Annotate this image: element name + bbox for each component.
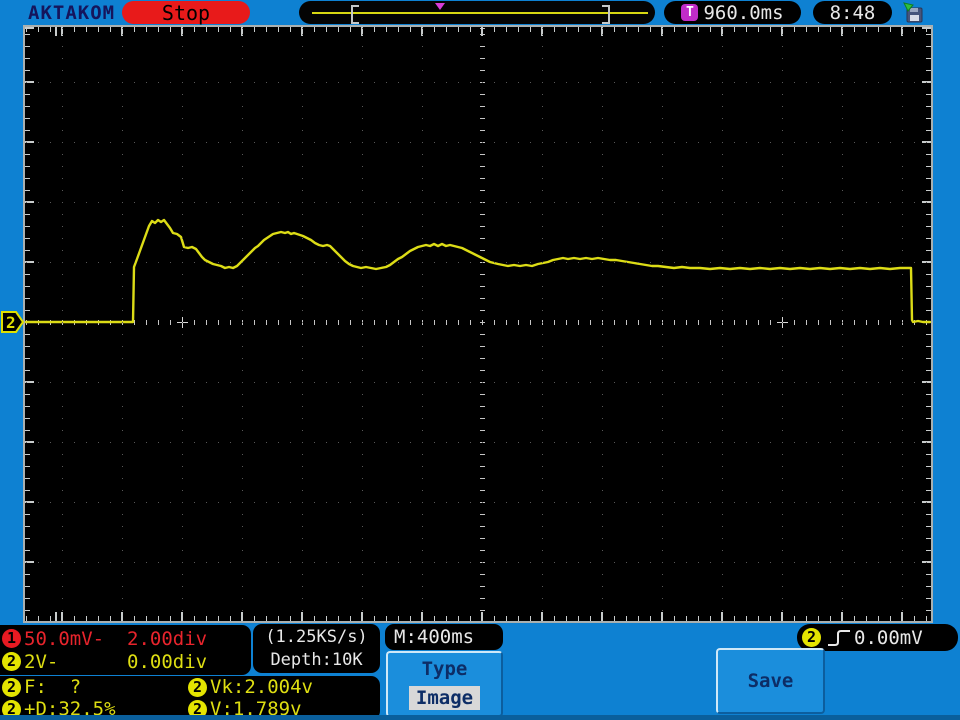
graticule-hline: [25, 142, 931, 143]
ch1-readout: 1 50.0mV- 2.00div: [0, 627, 251, 650]
graticule-vline: [422, 27, 423, 621]
rising-edge-icon: [828, 629, 850, 646]
channel-2-marker: 2: [1, 311, 25, 333]
timebase-value: M:400ms: [394, 626, 475, 648]
window-right-bracket: [602, 5, 610, 24]
trigger-level-value: 0.00mV: [854, 626, 923, 649]
sample-rate: (1.25KS/s): [265, 627, 368, 647]
save-button[interactable]: Save: [716, 648, 825, 714]
graticule-vline: [542, 27, 543, 621]
measure-frequency: 2 F: ?: [0, 676, 186, 698]
graticule-vline: [902, 27, 903, 621]
measure-duty: 2 +D:32.5%: [0, 698, 186, 720]
graticule-hline: [25, 442, 931, 443]
ch2-readout: 2 2V- 0.00div: [0, 650, 251, 673]
trigger-time-badge: T 960.0ms: [664, 1, 801, 24]
channel-readout-box: 1 50.0mV- 2.00div 2 2V- 0.00div: [0, 625, 251, 675]
measurements-box: 2 F: ? 2 Vk:2.004v 2 +D:32.5% 2 V:1.789v: [0, 676, 380, 720]
graticule-hline: [25, 202, 931, 203]
graticule-vline: [182, 27, 183, 621]
oscilloscope-screen: { "header": { "brand": "AKTAKOM", "run_s…: [0, 0, 960, 720]
trigger-source-badge: 2: [802, 628, 821, 647]
ch2-scale: 2V-: [24, 650, 59, 673]
ch1-offset: 2.00div: [127, 627, 208, 650]
graticule-hline: [25, 502, 931, 503]
trigger-time-value: 960.0ms: [703, 1, 784, 24]
brand-logo: AKTAKOM: [28, 2, 116, 24]
top-bar: AKTAKOM Stop T 960.0ms 8:48: [0, 0, 960, 26]
ch2-offset: 0.00div: [127, 650, 208, 673]
ch2-badge: 2: [2, 652, 21, 671]
graticule-hline: [25, 562, 931, 563]
graticule-vline: [242, 27, 243, 621]
measure-vk: 2 Vk:2.004v: [186, 676, 380, 698]
save-label: Save: [747, 670, 794, 692]
disk-icon: [903, 2, 923, 23]
memory-depth: Depth:10K: [270, 650, 363, 670]
clock-badge: 8:48: [813, 1, 892, 24]
trigger-position-marker: [435, 3, 445, 10]
svg-text:2: 2: [6, 313, 16, 332]
graticule-hline: [25, 262, 931, 263]
type-menu-button[interactable]: Type Image: [386, 651, 503, 717]
graticule-vline: [842, 27, 843, 621]
graticule-vline: [602, 27, 603, 621]
graticule-vline: [122, 27, 123, 621]
ch1-badge: 1: [2, 629, 21, 648]
graticule-vline: [62, 27, 63, 621]
type-label: Type: [421, 658, 468, 681]
scope-display: [23, 25, 933, 623]
type-selected-value[interactable]: Image: [408, 685, 481, 710]
timebase-box: M:400ms: [385, 624, 503, 650]
acquisition-box: (1.25KS/s) Depth:10K: [253, 624, 380, 673]
graticule-vline: [662, 27, 663, 621]
graticule-vline: [302, 27, 303, 621]
run-state-badge: Stop: [122, 1, 250, 25]
window-left-bracket: [351, 5, 359, 24]
measure-v: 2 V:1.789v: [186, 698, 380, 720]
graticule-hline: [25, 382, 931, 383]
graticule-hline: [25, 82, 931, 83]
trigger-level-box: 2 0.00mV: [797, 624, 958, 651]
trigger-t-icon: T: [681, 4, 699, 21]
graticule-vline: [782, 27, 783, 621]
graticule-vline: [362, 27, 363, 621]
ch1-scale: 50.0mV-: [24, 627, 105, 650]
record-length-line: [312, 12, 648, 14]
trigger-position-bar: [299, 1, 655, 24]
graticule-vline: [722, 27, 723, 621]
waveform-ch2: [25, 218, 931, 324]
